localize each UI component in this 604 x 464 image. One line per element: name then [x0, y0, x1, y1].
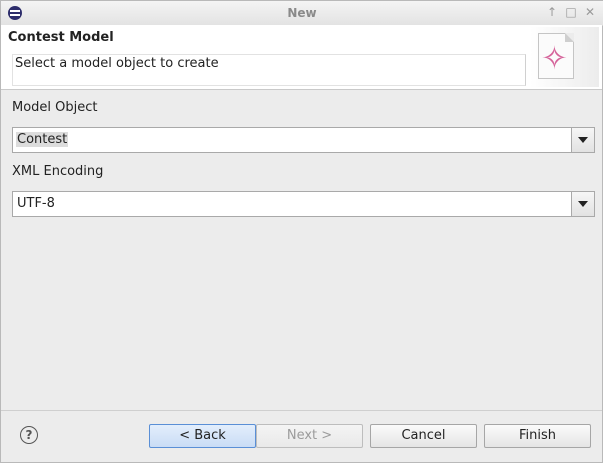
wizard-title: Contest Model [8, 30, 114, 45]
next-button[interactable]: Next > [256, 424, 363, 448]
cancel-button[interactable]: Cancel [370, 424, 477, 448]
chevron-down-icon[interactable] [571, 128, 594, 152]
window-title: New [287, 6, 317, 20]
xml-encoding-combo[interactable]: UTF-8 [12, 191, 595, 217]
new-model-wizard-icon: ✧ [538, 33, 574, 79]
back-button[interactable]: < Back [149, 424, 256, 448]
finish-button[interactable]: Finish [484, 424, 591, 448]
restore-icon[interactable]: □ [564, 5, 578, 19]
chevron-down-icon[interactable] [571, 192, 594, 216]
maximize-up-icon[interactable]: ↑ [545, 5, 559, 19]
button-bar-separator [1, 410, 602, 411]
model-object-combo[interactable]: Contest [12, 127, 595, 153]
model-object-label: Model Object [12, 100, 98, 115]
xml-encoding-label: XML Encoding [12, 164, 104, 179]
close-icon[interactable]: ✕ [583, 5, 597, 19]
dialog-window: New ↑ □ ✕ Contest Model Select a model o… [0, 0, 603, 463]
xml-encoding-value[interactable]: UTF-8 [17, 196, 55, 211]
title-bar: New ↑ □ ✕ [1, 1, 603, 26]
help-icon[interactable]: ? [20, 426, 38, 444]
wizard-banner: ✧ [530, 27, 599, 87]
sparkle-icon: ✧ [541, 39, 568, 77]
wizard-message: Select a model object to create [12, 54, 526, 86]
model-object-value[interactable]: Contest [16, 132, 69, 147]
wizard-header: Contest Model Select a model object to c… [1, 25, 602, 90]
